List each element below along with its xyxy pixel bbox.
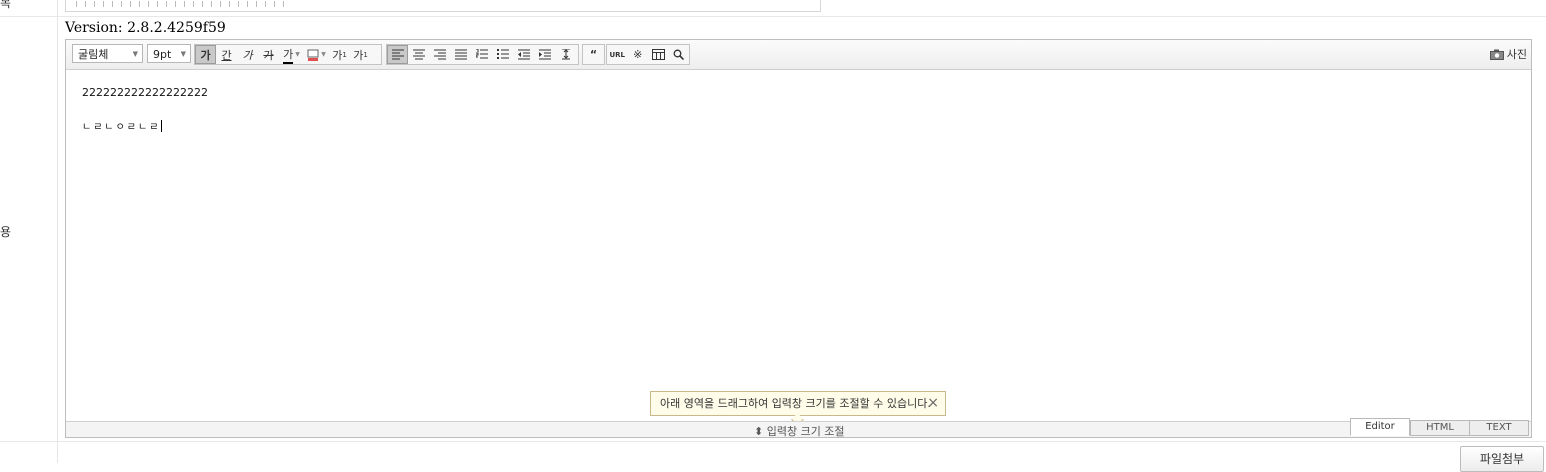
editor-content-area[interactable]: 222222222222222222 ㄴㄹㄴㅇㄹㄴㄹ [82, 86, 208, 133]
table-button[interactable] [648, 45, 669, 64]
row-divider [0, 441, 1546, 442]
align-justify-icon [454, 49, 467, 60]
table-icon [651, 49, 665, 60]
font-family-value: 굴림체 [78, 48, 109, 61]
paragraph-group [386, 44, 579, 65]
indent-icon [538, 49, 551, 60]
highlight-icon [307, 49, 319, 61]
label-content: 용 [0, 225, 12, 239]
font-size-value: 9pt [153, 48, 172, 61]
content-line: 222222222222222222 [82, 86, 208, 99]
ordered-list-button[interactable] [471, 45, 492, 64]
align-right-button[interactable] [429, 45, 450, 64]
text-caret [161, 120, 163, 132]
rich-text-editor: 굴림체 ▼ 9pt ▼ 가 간 가 가 가 ▼ ▼ 가1 가1 “ URL ※ … [65, 39, 1532, 438]
bullet-list-icon [496, 49, 509, 59]
photo-button[interactable]: 사진 [1489, 46, 1527, 62]
highlight-color-button[interactable]: ▼ [304, 45, 329, 64]
line-height-button[interactable] [555, 45, 576, 64]
find-button[interactable] [669, 45, 690, 64]
special-char-icon: ※ [633, 48, 643, 61]
font-size-select[interactable]: 9pt ▼ [147, 44, 191, 63]
label-subject: 목 [0, 0, 12, 10]
superscript-button[interactable]: 가1 [329, 45, 350, 64]
link-button[interactable]: URL [607, 45, 628, 64]
ordered-list-icon [475, 49, 488, 59]
align-right-icon [433, 49, 446, 60]
align-center-icon [412, 49, 425, 60]
camera-icon [1489, 49, 1504, 60]
subscript-button[interactable]: 가1 [350, 45, 371, 64]
attach-file-button[interactable]: 파일첨부 [1460, 446, 1544, 472]
content-line: ㄴㄹㄴㅇㄹㄴㄹ [82, 122, 161, 133]
quote-group: “ [582, 44, 605, 65]
resize-tooltip: 아래 영역을 드래그하여 입력창 크기를 조절할 수 있습니다. × [650, 391, 946, 426]
align-left-button[interactable] [387, 45, 408, 64]
font-family-select[interactable]: 굴림체 ▼ [72, 44, 143, 63]
insert-group: URL ※ [606, 44, 690, 65]
field-ruler [76, 1, 286, 7]
chevron-down-icon: ▼ [132, 50, 138, 58]
outdent-button[interactable] [513, 45, 534, 64]
underline-button[interactable]: 간 [216, 45, 237, 64]
subject-input[interactable] [65, 0, 821, 12]
align-left-icon [391, 49, 404, 60]
editor-version: Version: 2.8.2.4259f59 [65, 20, 226, 36]
tab-html[interactable]: HTML [1410, 420, 1470, 436]
quote-button[interactable]: “ [583, 45, 604, 64]
unordered-list-button[interactable] [492, 45, 513, 64]
font-color-button[interactable]: 가 ▼ [279, 45, 304, 64]
chevron-down-icon: ▼ [321, 51, 326, 58]
justify-button[interactable] [450, 45, 471, 64]
outdent-icon [517, 49, 530, 60]
line-height-icon [561, 49, 570, 60]
tab-text[interactable]: TEXT [1469, 420, 1529, 436]
italic-button[interactable]: 가 [237, 45, 258, 64]
resize-label: ⬍ 입력창 크기 조절 [754, 425, 845, 438]
bold-button[interactable]: 가 [195, 45, 216, 64]
tab-editor[interactable]: Editor [1350, 418, 1410, 436]
editor-toolbar: 굴림체 ▼ 9pt ▼ 가 간 가 가 가 ▼ ▼ 가1 가1 “ URL ※ … [66, 40, 1531, 70]
special-char-button[interactable]: ※ [628, 45, 649, 64]
chevron-down-icon: ▼ [295, 51, 300, 58]
align-center-button[interactable] [408, 45, 429, 64]
close-icon[interactable]: × [927, 392, 939, 415]
resize-handle[interactable]: ⬍ 입력창 크기 조절 [66, 421, 1531, 438]
search-icon [673, 49, 685, 60]
row-divider [0, 16, 1546, 17]
tooltip-text: 아래 영역을 드래그하여 입력창 크기를 조절할 수 있습니다. [660, 397, 931, 410]
indent-button[interactable] [534, 45, 555, 64]
chevron-down-icon: ▼ [180, 50, 186, 58]
text-style-group: 가 간 가 가 가 ▼ ▼ 가1 가1 [194, 44, 382, 65]
strikethrough-button[interactable]: 가 [258, 45, 279, 64]
